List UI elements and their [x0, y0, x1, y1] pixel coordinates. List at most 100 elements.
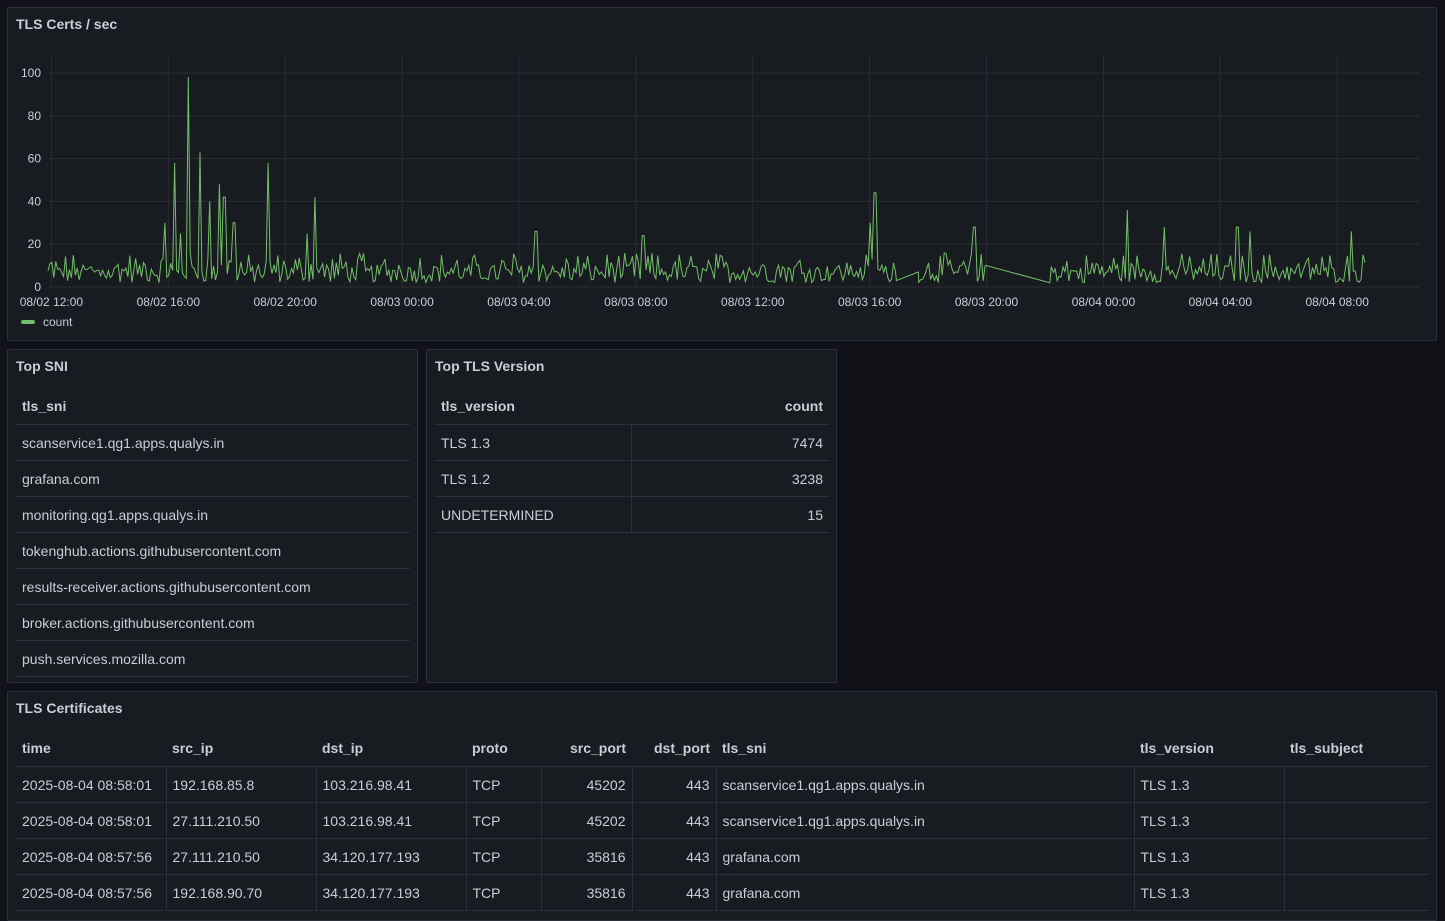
legend-color-swatch [21, 320, 35, 324]
x-tick-label: 08/03 16:00 [838, 295, 902, 308]
column-header-dst-port[interactable]: dst_port [632, 730, 716, 767]
tls-sni-cell[interactable]: grafana.com [716, 874, 1135, 911]
column-header-dst-ip[interactable]: dst_ip [316, 730, 466, 767]
src-port-cell[interactable]: 35816 [541, 874, 633, 911]
column-header-src-ip[interactable]: src_ip [166, 730, 316, 767]
column-header-src-port[interactable]: src_port [541, 730, 632, 767]
column-header-tls-version[interactable]: tls_version [435, 388, 631, 425]
x-tick-label: 08/03 00:00 [370, 295, 434, 308]
y-tick-label: 20 [28, 237, 42, 251]
y-tick-label: 60 [28, 152, 42, 166]
table-row: push.services.mozilla.com [16, 640, 410, 677]
src-port-cell[interactable]: 45202 [541, 766, 633, 803]
sni-cell[interactable]: results-receiver.actions.githubuserconte… [16, 568, 410, 605]
tls-version-cell[interactable]: TLS 1.3 [1134, 766, 1285, 803]
panel-top-sni: Top SNI tls_sni scanservice1.qg1.apps.qu… [7, 349, 418, 683]
table-row: scanservice1.qg1.apps.qualys.in [16, 424, 410, 461]
x-tick-label: 08/04 08:00 [1305, 295, 1369, 308]
column-header-tls-sni[interactable]: tls_sni [716, 730, 1134, 767]
panel-title[interactable]: Top TLS Version [435, 358, 544, 374]
tls-subject-cell[interactable] [1284, 802, 1429, 839]
dst-port-cell[interactable]: 443 [632, 838, 717, 875]
x-tick-label: 08/03 04:00 [487, 295, 551, 308]
panel-tls-certificates: TLS Certificates time src_ip dst_ip proto sr… [7, 691, 1437, 921]
tls-version-cell[interactable]: TLS 1.3 [435, 424, 632, 461]
x-tick-label: 08/03 20:00 [955, 295, 1019, 308]
time-cell[interactable]: 2025-08-04 08:57:56 [16, 838, 167, 875]
tls-sni-cell[interactable]: grafana.com [716, 838, 1135, 875]
dst-ip-cell[interactable]: 34.120.177.193 [316, 874, 467, 911]
src-ip-cell[interactable]: 192.168.90.70 [166, 874, 317, 911]
timeseries-chart[interactable]: 0 20 40 60 80 100 08/02 12:00 08/02 16:00 08/02 … [8, 8, 1436, 308]
column-header-tls-sni[interactable]: tls_sni [16, 388, 410, 425]
sni-cell[interactable]: scanservice1.qg1.apps.qualys.in [16, 424, 410, 461]
column-header-proto[interactable]: proto [466, 730, 541, 767]
dst-ip-cell[interactable]: 34.120.177.193 [316, 838, 467, 875]
src-ip-cell[interactable]: 27.111.210.50 [166, 838, 317, 875]
series-line-count[interactable] [47, 77, 1366, 284]
table-header-row: tls_version count [435, 388, 829, 425]
sni-cell[interactable]: push.services.mozilla.com [16, 640, 410, 677]
column-header-time[interactable]: time [16, 730, 166, 767]
count-cell[interactable]: 7474 [631, 424, 829, 461]
proto-cell[interactable]: TCP [466, 802, 542, 839]
y-tick-label: 80 [28, 109, 42, 123]
column-header-tls-version[interactable]: tls_version [1134, 730, 1284, 767]
y-tick-label: 100 [21, 66, 41, 80]
dst-port-cell[interactable]: 443 [632, 874, 717, 911]
tls-version-cell[interactable]: TLS 1.3 [1134, 874, 1285, 911]
tls-sni-cell[interactable]: scanservice1.qg1.apps.qualys.in [716, 766, 1135, 803]
chart-legend[interactable]: count [21, 315, 72, 329]
table-row: 2025-08-04 08:58:01 27.111.210.50 103.216.… [16, 802, 1429, 839]
proto-cell[interactable]: TCP [466, 766, 542, 803]
tls-version-cell[interactable]: TLS 1.3 [1134, 802, 1285, 839]
proto-cell[interactable]: TCP [466, 874, 542, 911]
x-tick-label: 08/04 00:00 [1072, 295, 1136, 308]
src-port-cell[interactable]: 45202 [541, 802, 633, 839]
tls-subject-cell[interactable] [1284, 766, 1429, 803]
src-port-cell[interactable]: 35816 [541, 838, 633, 875]
tls-version-table: tls_version count TLS 1.3 7474 TLS 1.2 3238… [435, 388, 829, 533]
tls-version-cell[interactable]: TLS 1.3 [1134, 838, 1285, 875]
time-cell[interactable]: 2025-08-04 08:58:01 [16, 802, 167, 839]
table-row: TLS 1.3 7474 [435, 424, 829, 461]
dst-ip-cell[interactable]: 103.216.98.41 [316, 766, 467, 803]
tls-version-cell[interactable]: TLS 1.2 [435, 460, 632, 497]
sni-cell[interactable]: tokenghub.actions.githubusercontent.com [16, 532, 410, 569]
panel-title[interactable]: TLS Certificates [16, 700, 123, 716]
dst-port-cell[interactable]: 443 [632, 802, 717, 839]
tls-sni-cell[interactable]: scanservice1.qg1.apps.qualys.in [716, 802, 1135, 839]
table-header-row: time src_ip dst_ip proto src_port dst_port tls… [16, 730, 1429, 767]
time-cell[interactable]: 2025-08-04 08:57:56 [16, 874, 167, 911]
tls-subject-cell[interactable] [1284, 838, 1429, 875]
panel-title[interactable]: Top SNI [16, 358, 68, 374]
x-tick-label: 08/02 20:00 [253, 295, 317, 308]
tls-version-cell[interactable]: UNDETERMINED [435, 496, 632, 533]
table-row: broker.actions.githubusercontent.com [16, 604, 410, 641]
sni-cell[interactable]: monitoring.qg1.apps.qualys.in [16, 496, 410, 533]
count-cell[interactable]: 15 [631, 496, 829, 533]
y-tick-label: 0 [34, 280, 41, 294]
src-ip-cell[interactable]: 192.168.85.8 [166, 766, 317, 803]
sni-cell[interactable]: grafana.com [16, 460, 410, 497]
sni-cell[interactable]: broker.actions.githubusercontent.com [16, 604, 410, 641]
sni-table: tls_sni scanservice1.qg1.apps.qualys.in g… [16, 388, 410, 677]
table-row: 2025-08-04 08:57:56 192.168.90.70 34.120.1… [16, 874, 1429, 911]
table-row: TLS 1.2 3238 [435, 460, 829, 497]
x-tick-label: 08/03 08:00 [604, 295, 668, 308]
table-header-row: tls_sni [16, 388, 410, 425]
y-tick-label: 40 [28, 194, 42, 208]
src-ip-cell[interactable]: 27.111.210.50 [166, 802, 317, 839]
table-row: UNDETERMINED 15 [435, 496, 829, 533]
count-cell[interactable]: 3238 [631, 460, 829, 497]
dst-ip-cell[interactable]: 103.216.98.41 [316, 802, 467, 839]
proto-cell[interactable]: TCP [466, 838, 542, 875]
certificates-table: time src_ip dst_ip proto src_port dst_port tls… [16, 730, 1429, 911]
dst-port-cell[interactable]: 443 [632, 766, 717, 803]
column-header-tls-subject[interactable]: tls_subject [1284, 730, 1429, 767]
x-tick-label: 08/02 16:00 [137, 295, 201, 308]
time-cell[interactable]: 2025-08-04 08:58:01 [16, 766, 167, 803]
column-header-count[interactable]: count [631, 388, 829, 425]
tls-subject-cell[interactable] [1284, 874, 1429, 911]
x-tick-label: 08/04 04:00 [1189, 295, 1253, 308]
